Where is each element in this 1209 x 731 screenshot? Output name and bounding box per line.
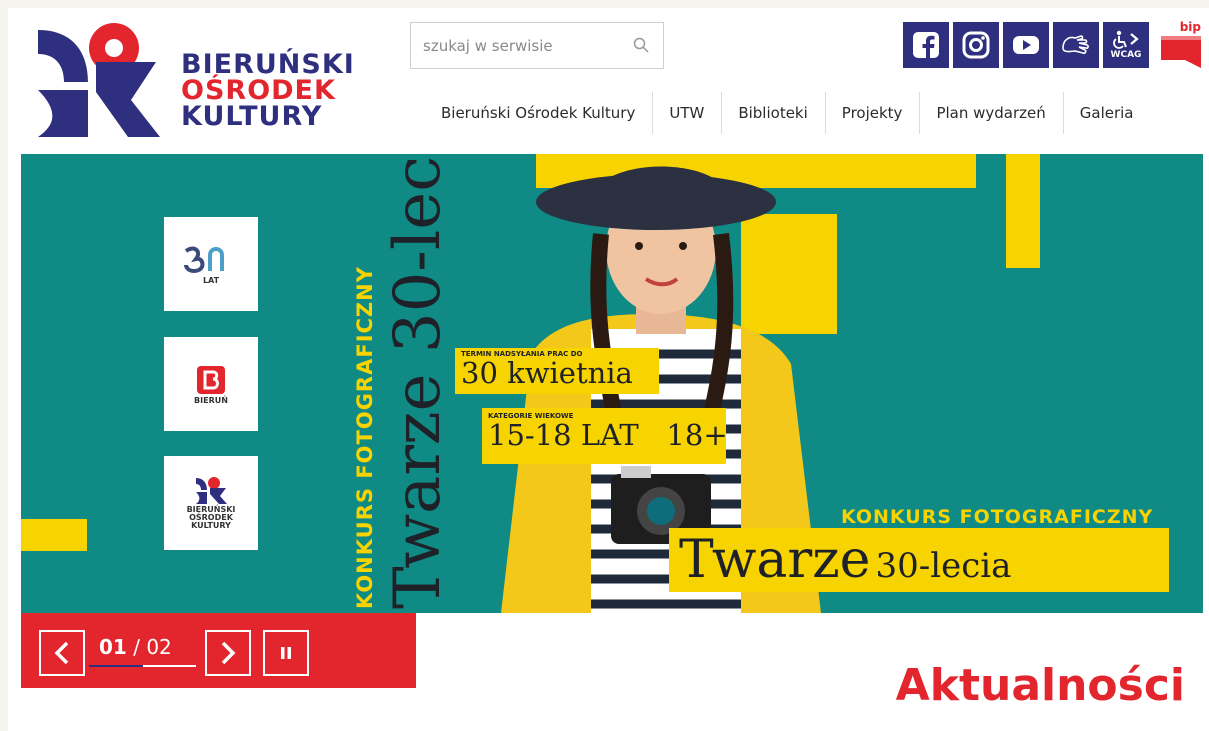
tile-label: LAT xyxy=(202,276,220,285)
vertical-title-small: KONKURS FOTOGRAFICZNY xyxy=(353,266,377,609)
contest-title-small: 30-lecia xyxy=(875,546,1012,586)
instagram-icon[interactable] xyxy=(953,22,999,68)
main-nav: Bieruński Ośrodek Kultury UTW Biblioteki… xyxy=(424,90,1151,136)
search-icon[interactable] xyxy=(633,37,649,58)
partner-tile-bierun[interactable]: BIERUŃ xyxy=(164,337,258,431)
slider-controls: 01 / 02 xyxy=(21,613,416,688)
section-title: Aktualności xyxy=(895,660,1185,711)
bip-label: bip xyxy=(1179,20,1201,34)
categories-text: 15-18 LAT 18+ xyxy=(488,418,728,452)
pause-slider-button[interactable] xyxy=(263,630,309,676)
page: BIERUŃSKI OŚRODEK KULTURY WCAG bip xyxy=(8,8,1209,731)
sign-language-icon[interactable] xyxy=(1053,22,1099,68)
chevron-left-icon xyxy=(54,641,69,665)
site-logo[interactable]: BIERUŃSKI OŚRODEK KULTURY xyxy=(36,22,356,140)
pause-icon xyxy=(281,647,291,659)
contest-title-big: Twarze xyxy=(679,530,871,590)
wcag-icon[interactable]: WCAG xyxy=(1103,22,1149,68)
slide-separator: / xyxy=(133,635,140,659)
deco-yellow-block xyxy=(1006,154,1040,268)
logo-line-3: KULTURY xyxy=(181,101,323,132)
bok-logo-icon xyxy=(196,477,227,504)
nav-item-projekty[interactable]: Projekty xyxy=(824,90,920,136)
prev-slide-button[interactable] xyxy=(39,630,85,676)
slide-counter: 01 / 02 xyxy=(99,635,172,659)
nav-item-bok[interactable]: Bieruński Ośrodek Kultury xyxy=(424,90,652,136)
contest-title: Twarze 30-lecia xyxy=(669,528,1169,592)
bip-link[interactable]: bip xyxy=(1159,20,1203,70)
search-box xyxy=(410,22,664,69)
nav-item-galeria[interactable]: Galeria xyxy=(1062,90,1151,136)
categories-box: KATEGORIE WIEKOWE 15-18 LAT 18+ xyxy=(482,408,728,464)
tile-label: BIERUŃ xyxy=(194,396,228,405)
facebook-icon[interactable] xyxy=(903,22,949,68)
partner-tile-bok[interactable]: BIERUŃSKI OŚRODEK KULTURY xyxy=(164,456,258,550)
anniversary-logo-icon xyxy=(184,246,224,274)
deadline-box: TERMIN NADSYŁANIA PRAC DO 30 kwietnia xyxy=(455,348,659,394)
hero-banner[interactable]: LAT BIERUŃ BIERUŃSKI OŚRODEK KULTURY Twa… xyxy=(21,154,1203,613)
chevron-right-icon xyxy=(221,641,236,665)
bierun-logo-icon xyxy=(197,366,225,394)
search-input[interactable] xyxy=(411,23,611,68)
tile-label: BIERUŃSKI OŚRODEK KULTURY xyxy=(186,505,236,530)
slide-current: 01 xyxy=(99,635,127,659)
deadline-text: 30 kwietnia xyxy=(461,356,633,390)
logo-text: BIERUŃSKI OŚRODEK KULTURY xyxy=(181,51,355,132)
slide-progress xyxy=(89,665,196,667)
partner-tile-30-lat[interactable]: LAT xyxy=(164,217,258,311)
deco-yellow-block xyxy=(21,519,87,551)
next-slide-button[interactable] xyxy=(205,630,251,676)
youtube-icon[interactable] xyxy=(1003,22,1049,68)
contest-label: KONKURS FOTOGRAFICZNY xyxy=(841,506,1154,528)
nav-item-utw[interactable]: UTW xyxy=(652,90,721,136)
slide-total: 02 xyxy=(146,635,172,659)
wcag-label: WCAG xyxy=(1110,50,1142,60)
nav-item-plan-wydarzen[interactable]: Plan wydarzeń xyxy=(919,90,1062,136)
nav-item-biblioteki[interactable]: Biblioteki xyxy=(721,90,824,136)
vertical-title-big: Twarze 30-lecia xyxy=(381,154,455,609)
banner-vertical-title: Twarze 30-lecia KONKURS FOTOGRAFICZNY xyxy=(353,154,455,609)
slide-progress-fill xyxy=(89,665,143,667)
logo-mark-icon xyxy=(38,23,160,137)
social-links: WCAG xyxy=(903,22,1149,68)
